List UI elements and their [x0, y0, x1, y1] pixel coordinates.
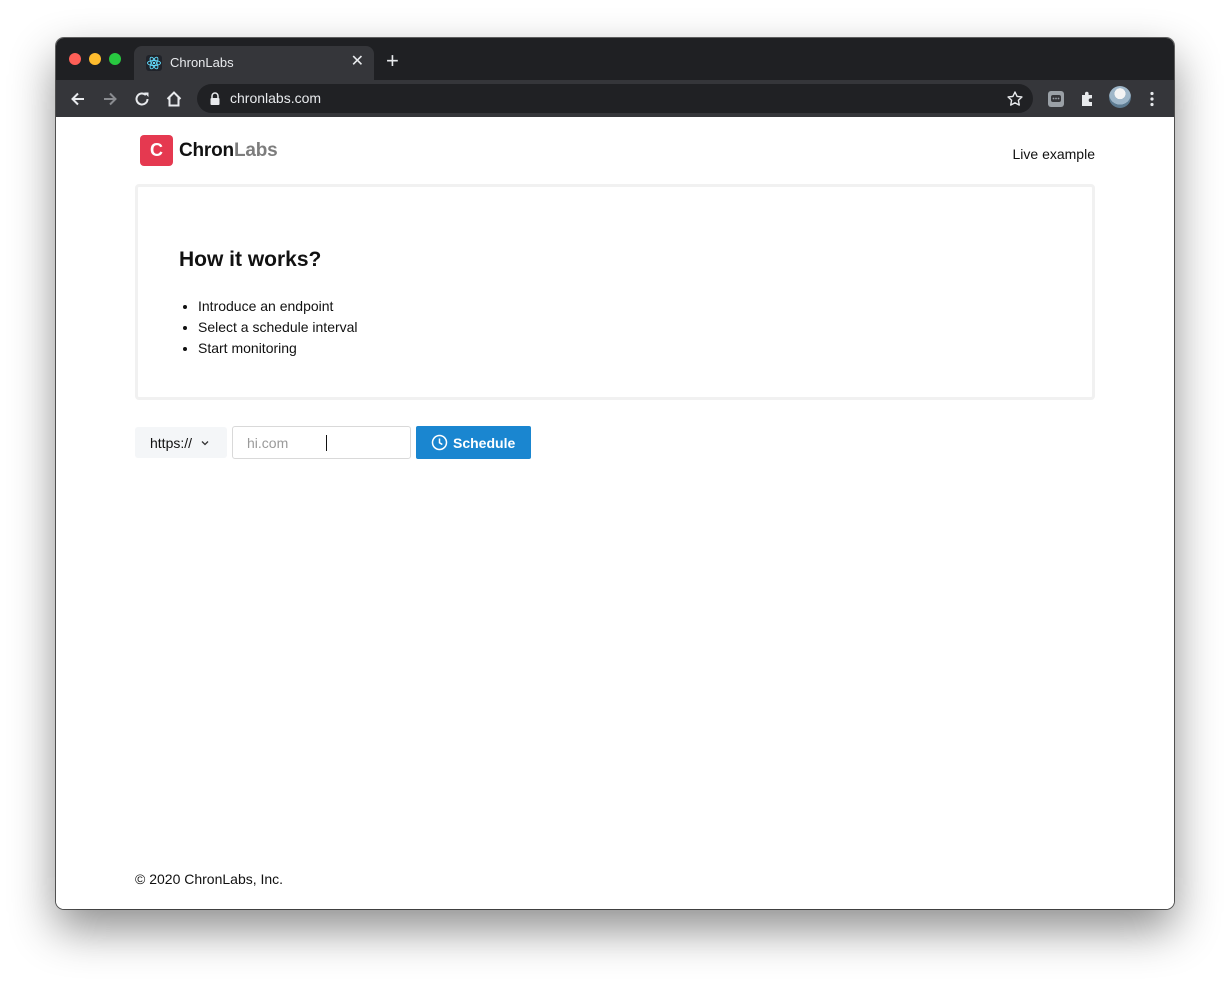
bookmark-star-icon[interactable]	[1006, 90, 1024, 108]
browser-tab[interactable]: ChronLabs ✕	[134, 46, 374, 80]
protocol-select[interactable]: https://	[135, 427, 227, 458]
back-arrow-icon[interactable]	[68, 89, 88, 109]
extensions-puzzle-icon[interactable]	[1078, 89, 1098, 109]
live-example-link[interactable]: Live example	[1013, 146, 1096, 162]
list-item: Start monitoring	[198, 338, 358, 359]
chevron-down-icon	[201, 440, 209, 445]
schedule-button-label: Schedule	[453, 434, 516, 451]
close-window-button[interactable]	[69, 53, 81, 65]
clock-icon	[431, 434, 448, 451]
footer-copyright: © 2020 ChronLabs, Inc.	[135, 871, 284, 887]
how-it-works-card: How it works? Introduce an endpoint Sele…	[135, 184, 1095, 400]
logo-text-chron: Chron	[179, 139, 234, 161]
forward-arrow-icon[interactable]	[100, 89, 120, 109]
extension-chat-icon[interactable]	[1046, 89, 1066, 109]
protocol-value: https://	[150, 434, 193, 451]
maximize-window-button[interactable]	[109, 53, 121, 65]
more-menu-icon[interactable]	[1142, 89, 1162, 109]
chronlabs-logo[interactable]: C ChronLabs	[140, 135, 278, 166]
schedule-form: https:// Schedule	[135, 426, 531, 459]
card-title: How it works?	[179, 248, 322, 271]
schedule-button[interactable]: Schedule	[416, 426, 531, 459]
text-caret	[326, 435, 327, 451]
browser-toolbar: chronlabs.com	[56, 80, 1174, 117]
home-icon[interactable]	[164, 89, 184, 109]
lock-icon	[210, 92, 220, 105]
list-item: Introduce an endpoint	[198, 296, 358, 317]
page-content: C ChronLabs Live example How it works? I…	[56, 117, 1174, 909]
minimize-window-button[interactable]	[89, 53, 101, 65]
list-item: Select a schedule interval	[198, 317, 358, 338]
close-tab-icon[interactable]: ✕	[351, 53, 364, 71]
url-text[interactable]: chronlabs.com	[230, 90, 321, 106]
host-input[interactable]	[232, 426, 411, 459]
browser-titlebar: ChronLabs ✕ +	[56, 38, 1174, 80]
new-tab-button[interactable]: +	[386, 50, 399, 72]
browser-window: ChronLabs ✕ + chronlabs.com C ChronLabs …	[56, 38, 1174, 909]
profile-avatar[interactable]	[1109, 86, 1131, 108]
reload-icon[interactable]	[132, 89, 152, 109]
logo-wordmark: ChronLabs	[179, 139, 278, 162]
tab-title: ChronLabs	[170, 55, 234, 70]
steps-list: Introduce an endpoint Select a schedule …	[198, 296, 358, 359]
logo-mark: C	[140, 135, 173, 166]
react-icon	[146, 55, 162, 71]
address-bar[interactable]: chronlabs.com	[197, 84, 1033, 113]
logo-text-labs: Labs	[233, 139, 278, 161]
